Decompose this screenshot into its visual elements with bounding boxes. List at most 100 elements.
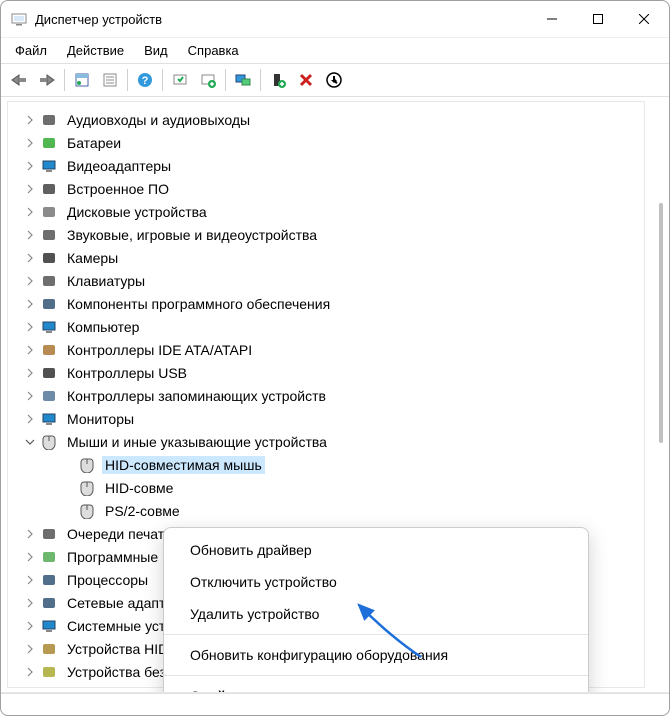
properties-button[interactable] — [321, 67, 347, 93]
expand-caret-icon[interactable] — [22, 299, 38, 309]
cpu-icon — [40, 571, 58, 589]
software-icon — [40, 295, 58, 313]
close-button[interactable] — [621, 3, 667, 35]
expand-caret-icon[interactable] — [22, 621, 38, 631]
tree-category[interactable]: Контроллеры запоминающих устройств — [8, 384, 644, 407]
tree-category[interactable]: Встроенное ПО — [8, 177, 644, 200]
expand-caret-icon[interactable] — [22, 345, 38, 355]
minimize-button[interactable] — [529, 3, 575, 35]
ctx-scan-hardware[interactable]: Обновить конфигурацию оборудования — [164, 639, 588, 671]
disk-icon — [40, 203, 58, 221]
usb-icon — [40, 364, 58, 382]
tree-category[interactable]: Дисковые устройства — [8, 200, 644, 223]
tree-category[interactable]: Клавиатуры — [8, 269, 644, 292]
tree-category-label: Клавиатуры — [64, 272, 148, 290]
ctx-separator — [164, 634, 588, 635]
expand-caret-icon[interactable] — [22, 322, 38, 332]
menu-file[interactable]: Файл — [5, 41, 57, 60]
computer-icon — [40, 318, 58, 336]
expand-caret-icon[interactable] — [22, 368, 38, 378]
ctx-properties[interactable]: Свойства — [164, 680, 588, 693]
tree-category-label: Дисковые устройства — [64, 203, 210, 221]
tree-category[interactable]: Батареи — [8, 131, 644, 154]
mouse-icon — [78, 479, 96, 497]
expand-caret-icon[interactable] — [22, 667, 38, 677]
tree-device-label: HID-совме — [102, 479, 176, 497]
tree-category[interactable]: Мыши и иные указывающие устройства — [8, 430, 644, 453]
ide-icon — [40, 341, 58, 359]
tree-device[interactable]: HID-совме — [8, 476, 644, 499]
help-button[interactable]: ? — [132, 67, 158, 93]
scrollbar-thumb[interactable] — [659, 203, 663, 443]
menubar: Файл Действие Вид Справка — [1, 37, 669, 63]
ctx-separator — [164, 675, 588, 676]
tree-category-label: Мониторы — [64, 410, 137, 428]
add-legacy-button[interactable] — [195, 67, 221, 93]
ctx-disable-device[interactable]: Отключить устройство — [164, 566, 588, 598]
tree-category[interactable]: Звуковые, игровые и видеоустройства — [8, 223, 644, 246]
expand-caret-icon[interactable] — [22, 253, 38, 263]
menu-action[interactable]: Действие — [57, 41, 134, 60]
printer-icon — [40, 525, 58, 543]
toolbar-separator — [64, 69, 65, 91]
expand-caret-icon[interactable] — [22, 184, 38, 194]
uninstall-button[interactable] — [293, 67, 319, 93]
tree-device[interactable]: HID-совместимая мышь — [8, 453, 644, 476]
tree-category-label: Контроллеры запоминающих устройств — [64, 387, 329, 405]
firmware-icon — [40, 180, 58, 198]
mouse-icon — [40, 433, 58, 451]
view-mode-button[interactable] — [97, 67, 123, 93]
toolbar-separator — [162, 69, 163, 91]
expand-caret-icon[interactable] — [22, 598, 38, 608]
titlebar: Диспетчер устройств — [1, 1, 669, 37]
context-menu: Обновить драйвер Отключить устройство Уд… — [163, 527, 589, 693]
expand-caret-icon[interactable] — [22, 414, 38, 424]
remote-button[interactable] — [230, 67, 256, 93]
tree-category[interactable]: Контроллеры IDE ATA/ATAPI — [8, 338, 644, 361]
tree-device[interactable]: PS/2-совме — [8, 499, 644, 522]
tree-category[interactable]: Компьютер — [8, 315, 644, 338]
tree-category[interactable]: Камеры — [8, 246, 644, 269]
expand-caret-icon[interactable] — [22, 644, 38, 654]
menu-view[interactable]: Вид — [134, 41, 178, 60]
security-icon — [40, 663, 58, 681]
expand-caret-icon[interactable] — [22, 276, 38, 286]
expand-caret-icon[interactable] — [22, 138, 38, 148]
update-driver-button[interactable] — [265, 67, 291, 93]
window-title: Диспетчер устройств — [35, 12, 529, 27]
ctx-uninstall-device[interactable]: Удалить устройство — [164, 598, 588, 630]
tree-category[interactable]: Видеоадаптеры — [8, 154, 644, 177]
expand-caret-icon[interactable] — [22, 529, 38, 539]
tree-category-label: Аудиовходы и аудиовыходы — [64, 111, 253, 129]
maximize-button[interactable] — [575, 3, 621, 35]
menu-help[interactable]: Справка — [178, 41, 249, 60]
monitor-icon — [40, 410, 58, 428]
tree-category[interactable]: Контроллеры USB — [8, 361, 644, 384]
expand-caret-icon[interactable] — [22, 115, 38, 125]
tree-category-label: Видеоадаптеры — [64, 157, 174, 175]
expand-caret-icon[interactable] — [22, 575, 38, 585]
expand-caret-icon[interactable] — [22, 552, 38, 562]
expand-caret-icon[interactable] — [22, 161, 38, 171]
forward-button[interactable] — [34, 67, 60, 93]
expand-caret-icon[interactable] — [22, 437, 38, 447]
tree-category-label: Мыши и иные указывающие устройства — [64, 433, 330, 451]
tree-category-label: Контроллеры USB — [64, 364, 190, 382]
expand-caret-icon[interactable] — [22, 207, 38, 217]
show-hidden-button[interactable] — [69, 67, 95, 93]
vertical-scrollbar[interactable] — [651, 103, 665, 686]
tree-category[interactable]: Аудиовходы и аудиовыходы — [8, 108, 644, 131]
tree-category-label: Сетевые адапт — [64, 594, 168, 612]
scan-hardware-button[interactable] — [167, 67, 193, 93]
sound-icon — [40, 226, 58, 244]
camera-icon — [40, 249, 58, 267]
expand-caret-icon[interactable] — [22, 230, 38, 240]
tree-category[interactable]: Мониторы — [8, 407, 644, 430]
tree-category-label: Встроенное ПО — [64, 180, 172, 198]
mouse-icon — [78, 456, 96, 474]
back-button[interactable] — [6, 67, 32, 93]
tree-category-label: Звуковые, игровые и видеоустройства — [64, 226, 320, 244]
expand-caret-icon[interactable] — [22, 391, 38, 401]
ctx-update-driver[interactable]: Обновить драйвер — [164, 534, 588, 566]
tree-category[interactable]: Компоненты программного обеспечения — [8, 292, 644, 315]
